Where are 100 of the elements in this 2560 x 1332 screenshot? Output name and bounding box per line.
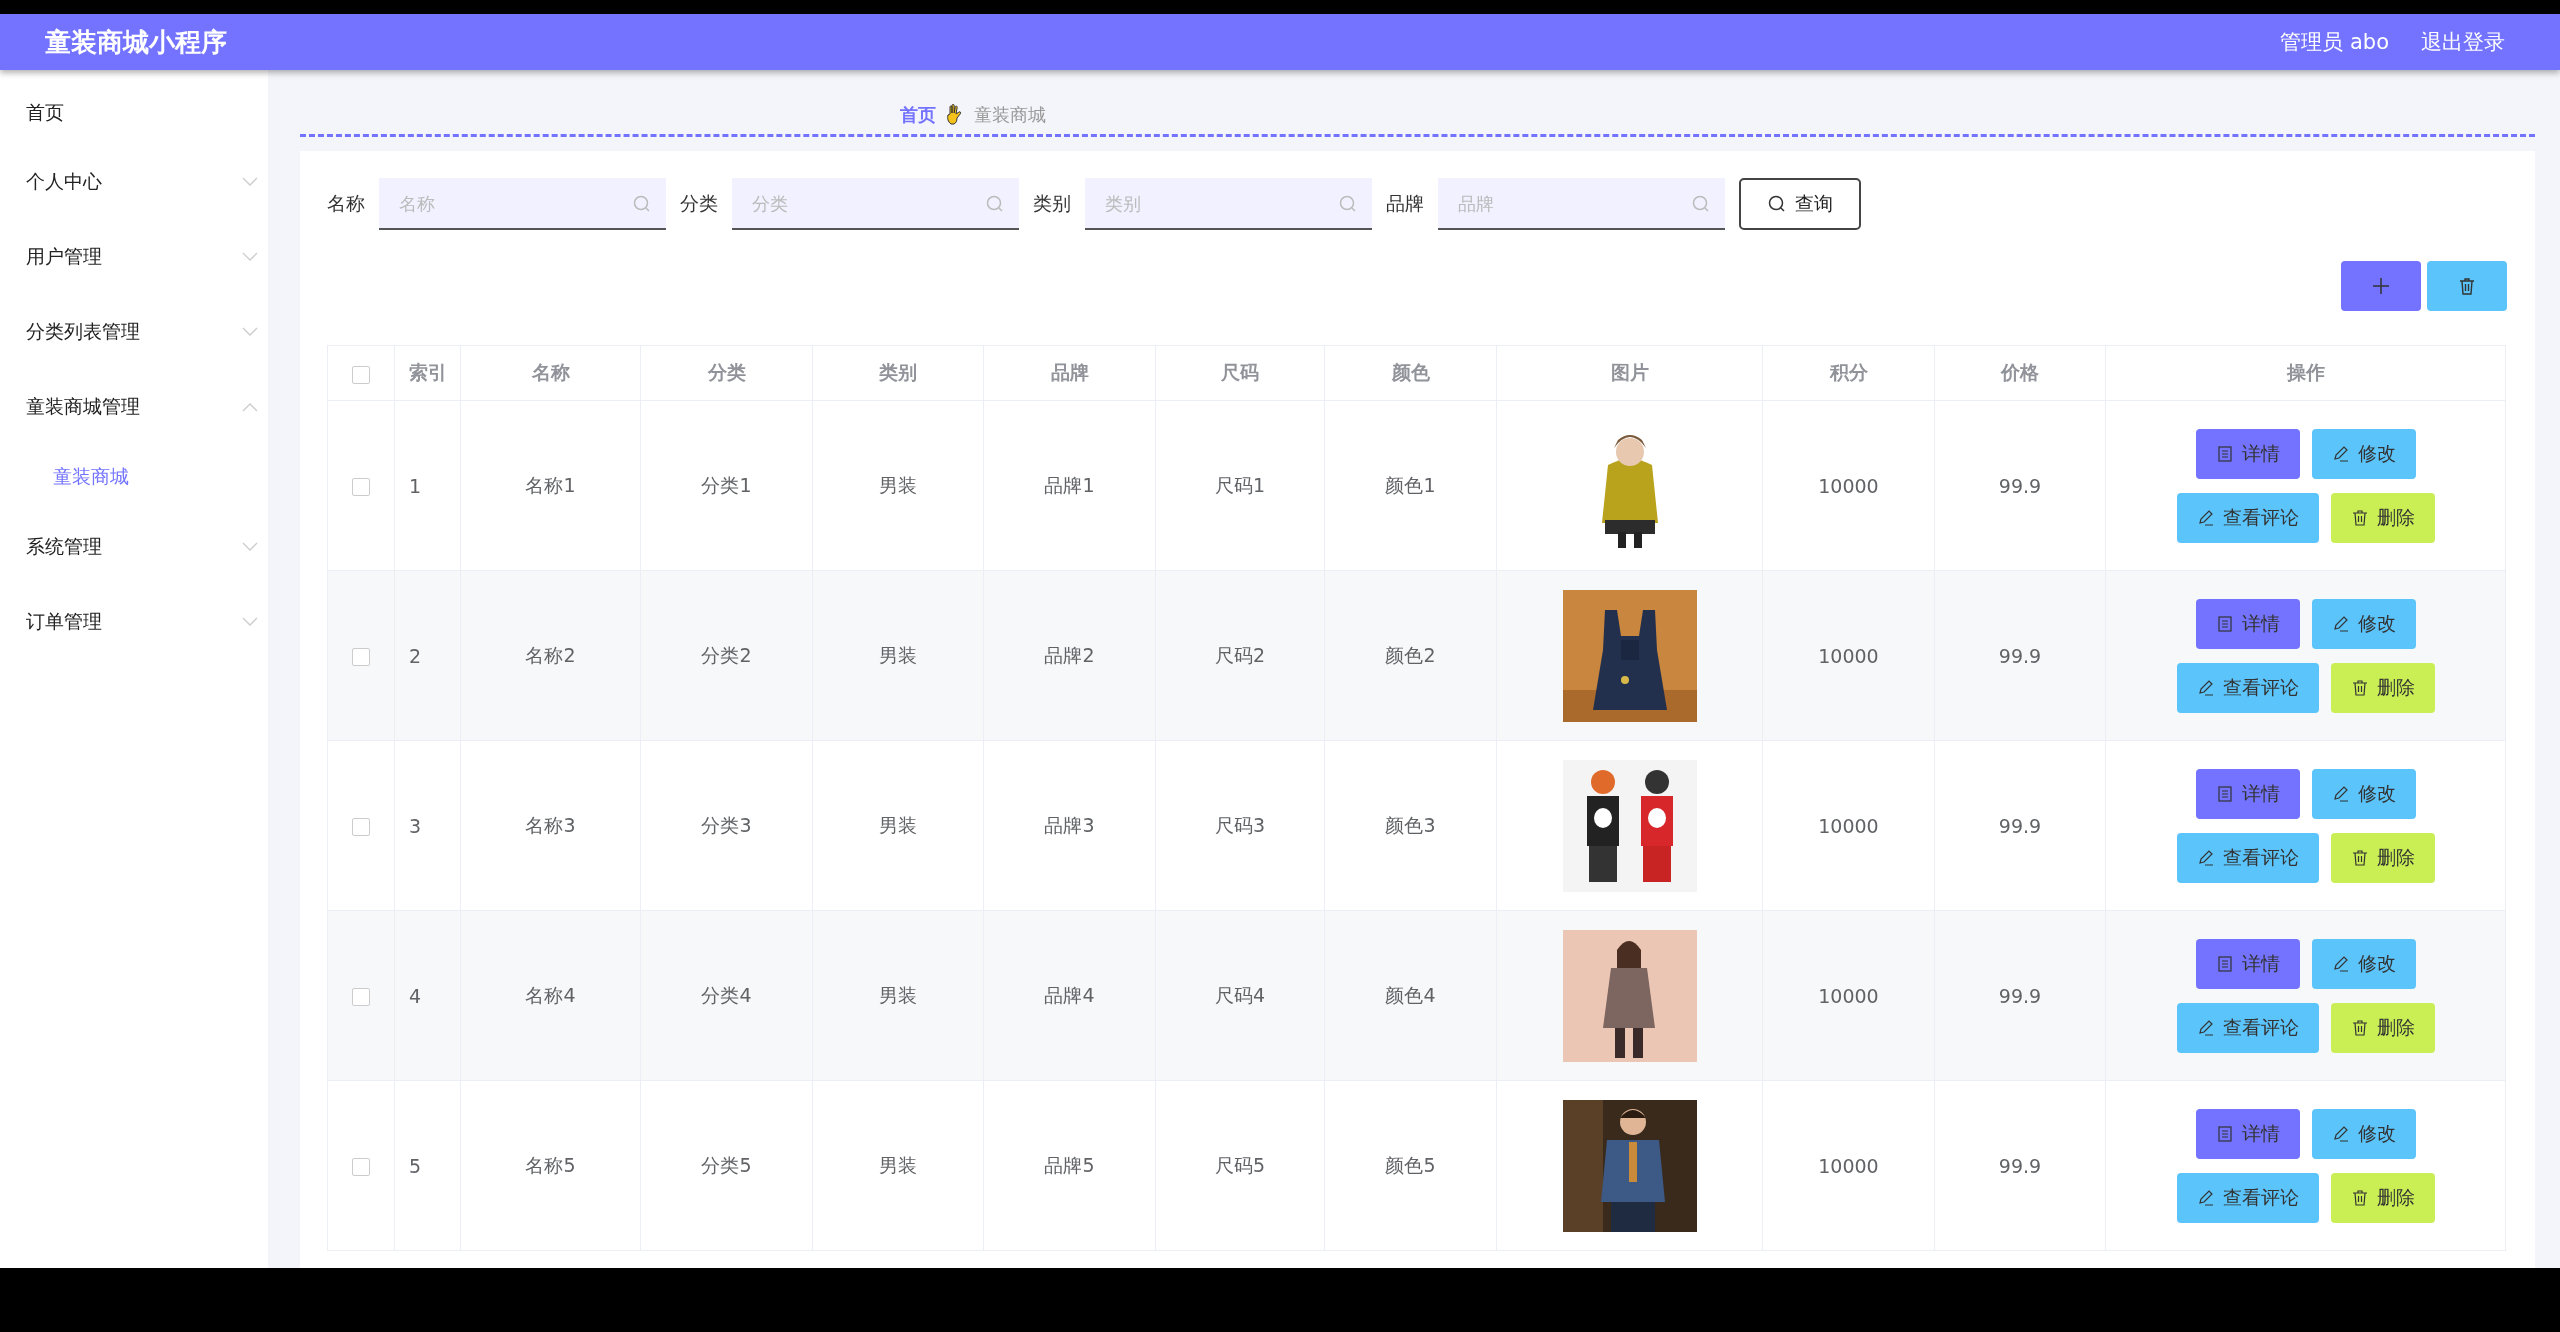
edit-button[interactable]: 修改: [2311, 938, 2416, 989]
table-cell: 颜色4: [1324, 910, 1497, 1081]
column-header: 积分: [1762, 345, 1935, 401]
pencil-icon: [2331, 1124, 2350, 1143]
table-cell: 99.9: [1934, 400, 2106, 571]
sidebar-item[interactable]: 个人中心: [0, 144, 268, 219]
comments-button[interactable]: 查看评论: [2176, 662, 2319, 713]
menu-label: 用户管理: [26, 243, 102, 269]
table-cell: 分类3: [640, 740, 813, 911]
checkbox[interactable]: [352, 1158, 370, 1176]
detail-button[interactable]: 详情: [2195, 598, 2300, 649]
table-cell: 颜色5: [1324, 1080, 1497, 1251]
edit-button[interactable]: 修改: [2311, 768, 2416, 819]
comments-button[interactable]: 查看评论: [2176, 1002, 2319, 1053]
checkbox[interactable]: [352, 648, 370, 666]
search-field[interactable]: 名称: [379, 178, 666, 230]
plus-icon: [2371, 276, 2391, 296]
delete-button[interactable]: [2427, 261, 2507, 311]
delete-button[interactable]: 删除: [2330, 832, 2435, 883]
checkbox[interactable]: [352, 818, 370, 836]
trash-icon: [2350, 508, 2369, 527]
table-cell: 99.9: [1934, 1080, 2106, 1251]
sidebar-item[interactable]: 分类列表管理: [0, 294, 268, 369]
search-icon: [632, 194, 652, 214]
table-cell: 尺码2: [1155, 570, 1325, 741]
pencil-icon: [2196, 678, 2215, 697]
delete-button[interactable]: 删除: [2330, 662, 2435, 713]
search-icon: [985, 194, 1005, 214]
menu-label: 个人中心: [26, 168, 102, 194]
table-cell: 分类5: [640, 1080, 813, 1251]
table-cell: 5: [394, 1080, 461, 1251]
table-cell: 名称4: [460, 910, 641, 1081]
edit-button[interactable]: 修改: [2311, 598, 2416, 649]
document-icon: [2215, 784, 2234, 803]
logout-link[interactable]: 退出登录: [2421, 28, 2505, 56]
table-cell: 颜色3: [1324, 740, 1497, 911]
table-cell: 10000: [1762, 570, 1935, 741]
breadcrumb-link[interactable]: 首页: [900, 103, 936, 127]
column-header: 索引: [394, 345, 461, 401]
table-cell: 分类4: [640, 910, 813, 1081]
pencil-icon: [2196, 1018, 2215, 1037]
pencil-icon: [2196, 1188, 2215, 1207]
detail-button[interactable]: 详情: [2195, 1108, 2300, 1159]
table-cell: 男装: [812, 910, 984, 1081]
table-cell: 尺码5: [1155, 1080, 1325, 1251]
table-cell: 品牌4: [983, 910, 1156, 1081]
detail-button[interactable]: 详情: [2195, 938, 2300, 989]
table-cell: 名称1: [460, 400, 641, 571]
chevron-down-icon: [242, 326, 258, 337]
pencil-icon: [2331, 954, 2350, 973]
chevron-down-icon: [242, 616, 258, 627]
column-header: 类别: [812, 345, 984, 401]
table-cell: 颜色2: [1324, 570, 1497, 741]
trash-icon: [2457, 276, 2477, 296]
detail-button[interactable]: 详情: [2195, 768, 2300, 819]
pencil-icon: [2331, 784, 2350, 803]
trash-icon: [2350, 678, 2369, 697]
delete-button[interactable]: 删除: [2330, 1002, 2435, 1053]
comments-button[interactable]: 查看评论: [2176, 1172, 2319, 1223]
edit-button[interactable]: 修改: [2311, 1108, 2416, 1159]
table-cell: 4: [394, 910, 461, 1081]
query-button[interactable]: 查询: [1739, 178, 1861, 230]
pencil-icon: [2196, 848, 2215, 867]
menu-label: 系统管理: [26, 533, 102, 559]
delete-button[interactable]: 删除: [2330, 492, 2435, 543]
checkbox[interactable]: [352, 988, 370, 1006]
checkbox[interactable]: [352, 365, 370, 384]
checkbox[interactable]: [352, 478, 370, 496]
table-cell: 男装: [812, 400, 984, 571]
column-header: 价格: [1934, 345, 2106, 401]
search-field[interactable]: 品牌: [1438, 178, 1725, 230]
submenu-item[interactable]: 童装商城: [0, 444, 268, 509]
document-icon: [2215, 1124, 2234, 1143]
pencil-icon: [2331, 444, 2350, 463]
sidebar-item[interactable]: 系统管理: [0, 509, 268, 584]
column-header: 分类: [640, 345, 813, 401]
search-field[interactable]: 分类: [732, 178, 1019, 230]
delete-button[interactable]: 删除: [2330, 1172, 2435, 1223]
table-cell: 99.9: [1934, 740, 2106, 911]
app-title: 童装商城小程序: [45, 25, 227, 59]
table-cell: 名称5: [460, 1080, 641, 1251]
search-field[interactable]: 类别: [1085, 178, 1372, 230]
table-cell: 品牌1: [983, 400, 1156, 571]
comments-button[interactable]: 查看评论: [2176, 492, 2319, 543]
table-cell: 尺码3: [1155, 740, 1325, 911]
comments-button[interactable]: 查看评论: [2176, 832, 2319, 883]
table-cell: 10000: [1762, 740, 1935, 911]
table-cell: 3: [394, 740, 461, 911]
sidebar-item[interactable]: 童装商城管理: [0, 369, 268, 444]
detail-button[interactable]: 详情: [2195, 428, 2300, 479]
add-button[interactable]: [2341, 261, 2421, 311]
sidebar-item[interactable]: 订单管理: [0, 584, 268, 659]
table-cell: 10000: [1762, 400, 1935, 571]
sidebar-item[interactable]: 用户管理: [0, 219, 268, 294]
edit-button[interactable]: 修改: [2311, 428, 2416, 479]
column-header: 图片: [1496, 345, 1763, 401]
menu-label: 分类列表管理: [26, 318, 140, 344]
sidebar-item[interactable]: 首页: [0, 82, 268, 144]
table-cell: 名称3: [460, 740, 641, 911]
column-header: 颜色: [1324, 345, 1497, 401]
